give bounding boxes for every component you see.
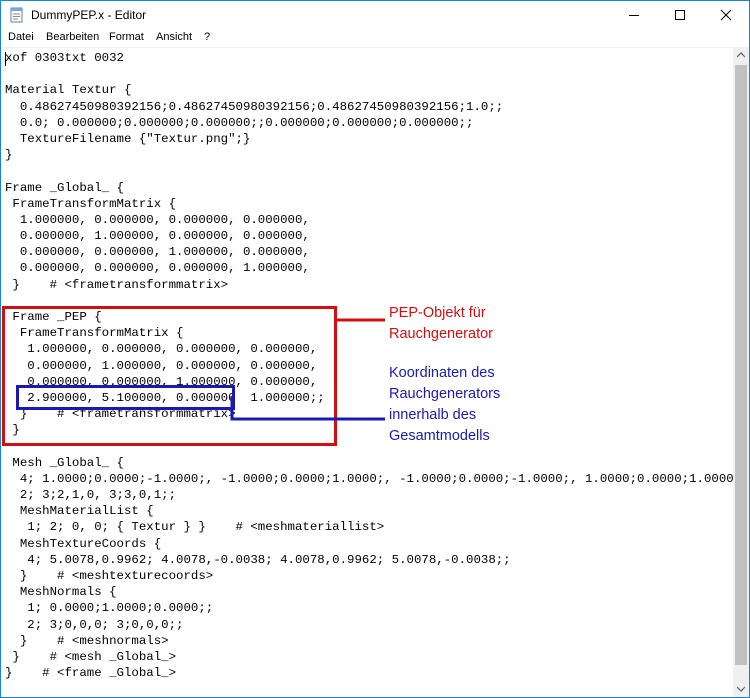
pep-object-label: PEP-Objekt für Rauchgenerator — [389, 305, 493, 342]
coordinates-label: Koordinaten des Rauchgenerators innerhal… — [389, 365, 501, 444]
annotation-connectors — [230, 318, 385, 421]
editor-window: DummyPEP.x - Editor Datei Bearbeiten For… — [0, 0, 750, 698]
blue-connector-line — [230, 396, 385, 421]
